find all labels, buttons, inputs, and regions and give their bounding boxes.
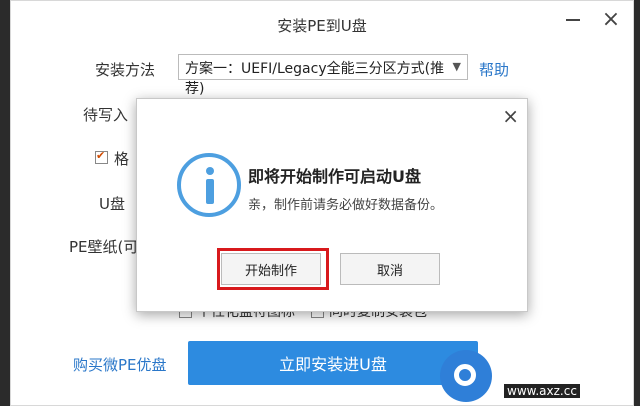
window-title: 安装PE到U盘 (277, 17, 367, 35)
watermark-logo: 爱下载 www.axz.cc (430, 336, 640, 406)
axz-logo-icon (440, 350, 492, 402)
dialog-close-icon[interactable]: × (502, 104, 519, 128)
udisk-label: U盘 (99, 195, 125, 213)
dialog-title: 即将开始制作可启动U盘 (248, 167, 421, 186)
dialog-message: 亲，制作前请务必做好数据备份。 (248, 198, 444, 213)
help-link[interactable]: 帮助 (479, 59, 509, 80)
install-method-label: 安装方法 (95, 61, 156, 79)
close-button[interactable]: × (599, 9, 623, 33)
buy-pe-usb-link[interactable]: 购买微PE优盘 (73, 354, 167, 375)
format-label: 格 (114, 150, 130, 168)
chevron-down-icon: ▼ (452, 60, 461, 73)
install-method-select[interactable]: 方案一：UEFI/Legacy全能三分区方式(推荐) ▼ (178, 54, 468, 97)
write-label: 待写入 (83, 106, 129, 124)
install-method-value: 方案一：UEFI/Legacy全能三分区方式(推荐) (185, 61, 445, 97)
minimize-button[interactable] (561, 7, 585, 31)
watermark-url: www.axz.cc (504, 384, 580, 398)
wallpaper-label: PE壁纸(可 (69, 238, 139, 256)
cancel-button[interactable]: 取消 (340, 253, 440, 285)
info-icon (177, 153, 241, 217)
confirm-dialog: × 即将开始制作可启动U盘 亲，制作前请务必做好数据备份。 开始制作 取消 (136, 98, 528, 312)
format-checkbox[interactable] (95, 149, 108, 164)
start-making-button[interactable]: 开始制作 (221, 253, 321, 285)
